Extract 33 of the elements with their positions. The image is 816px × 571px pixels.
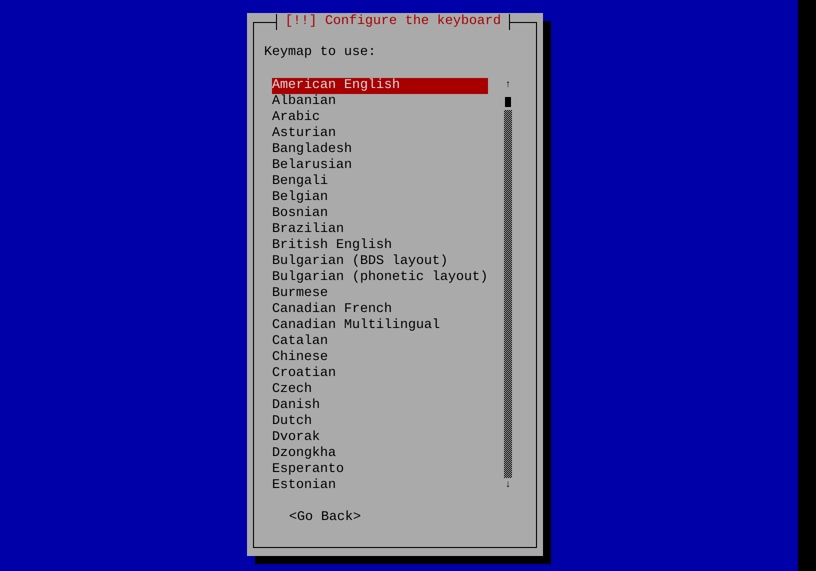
- keymap-item[interactable]: Brazilian: [272, 222, 488, 238]
- scroll-up-arrow[interactable]: ↑: [504, 78, 512, 94]
- keymap-item[interactable]: Czech: [272, 382, 488, 398]
- keymap-item[interactable]: Dzongkha: [272, 446, 488, 462]
- go-back-button[interactable]: <Go Back>: [289, 510, 361, 526]
- keymap-item[interactable]: Bangladesh: [272, 142, 488, 158]
- scroll-thumb[interactable]: [505, 97, 511, 107]
- keymap-item[interactable]: Danish: [272, 398, 488, 414]
- keymap-item[interactable]: Dutch: [272, 414, 488, 430]
- keymap-item[interactable]: Estonian: [272, 478, 488, 494]
- scroll-down-arrow[interactable]: ↓: [504, 478, 512, 494]
- keymap-item[interactable]: Esperanto: [272, 462, 488, 478]
- dialog-title: [!!] Configure the keyboard: [276, 14, 510, 30]
- keymap-item[interactable]: Albanian: [272, 94, 488, 110]
- keymap-item[interactable]: Bulgarian (phonetic layout): [272, 270, 488, 286]
- keymap-item[interactable]: Arabic: [272, 110, 488, 126]
- keymap-item[interactable]: Dvorak: [272, 430, 488, 446]
- keymap-item[interactable]: Bulgarian (BDS layout): [272, 254, 488, 270]
- keymap-item[interactable]: Canadian Multilingual: [272, 318, 488, 334]
- keymap-item[interactable]: Asturian: [272, 126, 488, 142]
- scrollbar[interactable]: ↑ ↓: [504, 78, 512, 494]
- keymap-item[interactable]: Catalan: [272, 334, 488, 350]
- keymap-item[interactable]: Bosnian: [272, 206, 488, 222]
- prompt-label: Keymap to use:: [264, 45, 377, 61]
- keymap-item[interactable]: Canadian French: [272, 302, 488, 318]
- keymap-item[interactable]: American English: [272, 78, 488, 94]
- keymap-item[interactable]: British English: [272, 238, 488, 254]
- keymap-item[interactable]: Chinese: [272, 350, 488, 366]
- keymap-item[interactable]: Belgian: [272, 190, 488, 206]
- keymap-item[interactable]: Belarusian: [272, 158, 488, 174]
- keymap-item[interactable]: Croatian: [272, 366, 488, 382]
- keymap-item[interactable]: Burmese: [272, 286, 488, 302]
- keymap-item[interactable]: Bengali: [272, 174, 488, 190]
